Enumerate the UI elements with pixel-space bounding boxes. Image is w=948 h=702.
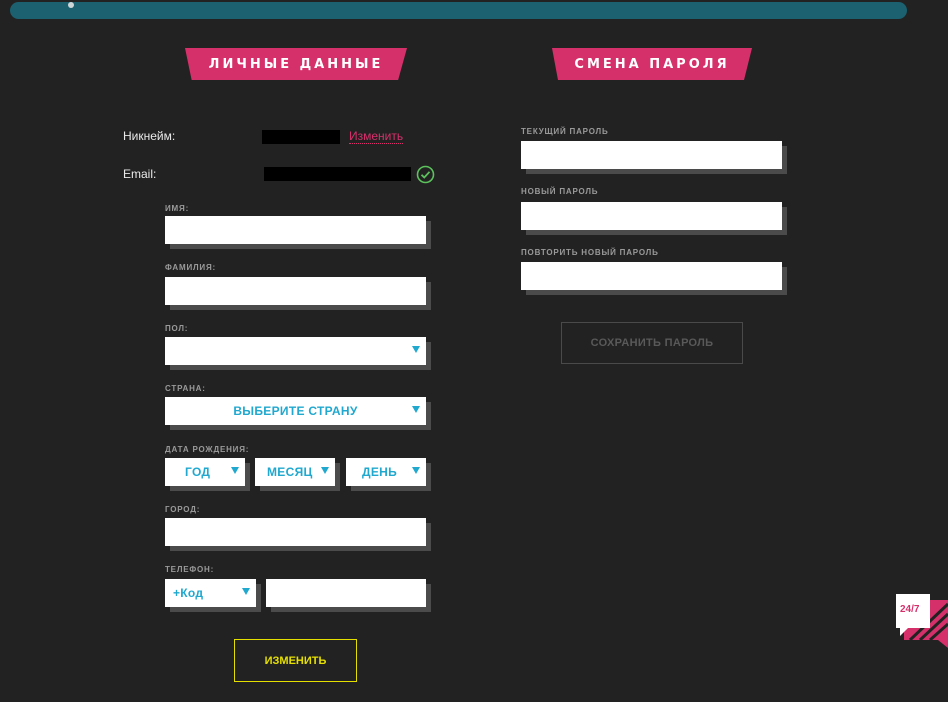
verified-check-icon xyxy=(416,165,435,184)
nickname-value-masked xyxy=(262,130,340,144)
birth-year-value: ГОД xyxy=(185,465,211,479)
support-badge-text: 24/7 xyxy=(900,604,920,615)
last-name-label: ФАМИЛИЯ: xyxy=(165,263,216,272)
top-progress-bar xyxy=(10,2,907,19)
dropdown-arrow-icon xyxy=(412,467,420,474)
dropdown-arrow-icon xyxy=(231,467,239,474)
new-password-label: НОВЫЙ ПАРОЛЬ xyxy=(521,187,599,196)
dropdown-arrow-icon xyxy=(321,467,329,474)
gender-label: ПОЛ: xyxy=(165,324,189,333)
birth-day-value: ДЕНЬ xyxy=(362,465,398,479)
email-label: Email: xyxy=(123,167,157,181)
email-value-masked xyxy=(264,167,411,181)
city-label: ГОРОД: xyxy=(165,505,201,514)
password-change-header: СМЕНА ПАРОЛЯ xyxy=(552,48,752,80)
repeat-password-input[interactable] xyxy=(521,262,782,290)
phone-label: ТЕЛЕФОН: xyxy=(165,565,215,574)
birth-month-value: МЕСЯЦ xyxy=(267,465,313,479)
support-chat-widget[interactable]: 24/7 xyxy=(894,590,948,650)
topbar-marker xyxy=(68,2,74,8)
personal-data-title: ЛИЧНЫЕ ДАННЫЕ xyxy=(208,56,384,72)
chat-bubble-icon xyxy=(896,594,948,648)
gender-select[interactable] xyxy=(165,337,426,365)
change-nickname-link[interactable]: Изменить xyxy=(349,129,404,144)
save-password-button[interactable]: СОХРАНИТЬ ПАРОЛЬ xyxy=(561,322,743,364)
first-name-input[interactable] xyxy=(165,216,426,244)
city-input[interactable] xyxy=(165,518,426,546)
dropdown-arrow-icon xyxy=(412,406,420,413)
birth-year-select[interactable]: ГОД xyxy=(165,458,245,486)
current-password-input[interactable] xyxy=(521,141,782,169)
country-select-value: ВЫБЕРИТЕ СТРАНУ xyxy=(233,404,358,418)
last-name-input[interactable] xyxy=(165,277,426,305)
new-password-input[interactable] xyxy=(521,202,782,230)
personal-data-header: ЛИЧНЫЕ ДАННЫЕ xyxy=(185,48,407,80)
phone-code-value: +Код xyxy=(173,586,204,600)
country-label: СТРАНА: xyxy=(165,384,206,393)
first-name-label: ИМЯ: xyxy=(165,204,190,213)
password-change-title: СМЕНА ПАРОЛЯ xyxy=(574,56,730,72)
birth-day-select[interactable]: ДЕНЬ xyxy=(346,458,426,486)
birthdate-label: ДАТА РОЖДЕНИЯ: xyxy=(165,445,250,454)
submit-personal-button[interactable]: ИЗМЕНИТЬ xyxy=(234,639,357,682)
dropdown-arrow-icon xyxy=(412,346,420,353)
phone-number-input[interactable] xyxy=(266,579,426,607)
phone-code-select[interactable]: +Код xyxy=(165,579,256,607)
repeat-password-label: ПОВТОРИТЬ НОВЫЙ ПАРОЛЬ xyxy=(521,248,659,257)
country-select[interactable]: ВЫБЕРИТЕ СТРАНУ xyxy=(165,397,426,425)
nickname-label: Никнейм: xyxy=(123,129,176,143)
birth-month-select[interactable]: МЕСЯЦ xyxy=(255,458,335,486)
current-password-label: ТЕКУЩИЙ ПАРОЛЬ xyxy=(521,127,609,136)
dropdown-arrow-icon xyxy=(242,588,250,595)
